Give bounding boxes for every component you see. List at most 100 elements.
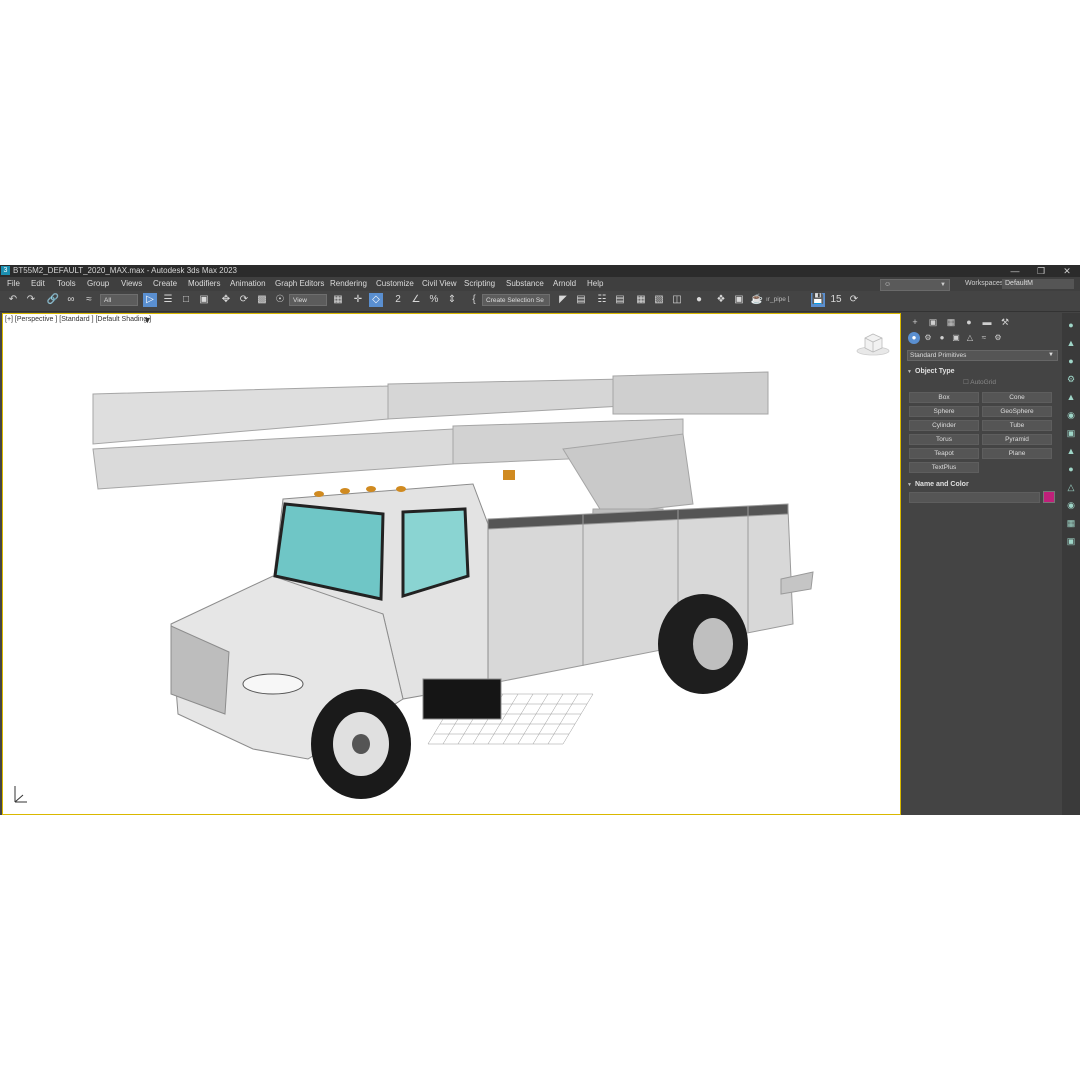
place-icon[interactable]: ☉ bbox=[273, 293, 287, 307]
menu-create[interactable]: Create bbox=[153, 277, 177, 291]
mirror-icon[interactable]: ◤ bbox=[556, 293, 570, 307]
menu-modifiers[interactable]: Modifiers bbox=[188, 277, 220, 291]
lightbulb-icon[interactable]: △ bbox=[1065, 481, 1077, 493]
schematic-view-icon[interactable]: ◫ bbox=[670, 293, 684, 307]
menu-help[interactable]: Help bbox=[587, 277, 603, 291]
menu-graph-editors[interactable]: Graph Editors bbox=[275, 277, 324, 291]
tools-icon[interactable]: ▦ bbox=[1065, 517, 1077, 529]
frame-counter-badge[interactable]: 15 bbox=[829, 293, 843, 307]
object-color-swatch[interactable] bbox=[1043, 491, 1055, 503]
scene-explorer-icon[interactable]: ☷ bbox=[595, 293, 609, 307]
bind-spacewarp-icon[interactable]: ≈ bbox=[82, 293, 96, 307]
cone-button[interactable]: Cone bbox=[982, 392, 1052, 403]
shader-icon[interactable]: ● bbox=[1065, 463, 1077, 475]
menu-tools[interactable]: Tools bbox=[57, 277, 76, 291]
plane-button[interactable]: Plane bbox=[982, 448, 1052, 459]
arnold-icon[interactable]: ▲ bbox=[1065, 337, 1077, 349]
object-type-rollout[interactable]: ▼ Object Type bbox=[907, 366, 1058, 377]
camera-icon[interactable]: ◉ bbox=[1065, 409, 1077, 421]
utilities-tab-icon[interactable]: ⚒ bbox=[997, 315, 1013, 329]
menu-substance[interactable]: Substance bbox=[506, 277, 544, 291]
menu-edit[interactable]: Edit bbox=[31, 277, 45, 291]
object-name-input[interactable] bbox=[909, 492, 1040, 503]
save-icon[interactable]: 💾 bbox=[811, 293, 825, 307]
menu-civil-view[interactable]: Civil View bbox=[422, 277, 457, 291]
select-by-name-icon[interactable]: ☰ bbox=[161, 293, 175, 307]
sphere-button[interactable]: Sphere bbox=[909, 406, 979, 417]
link-icon[interactable]: 🔗 bbox=[46, 293, 60, 307]
menu-group[interactable]: Group bbox=[87, 277, 109, 291]
category-dropdown[interactable]: Standard Primitives ▼ bbox=[907, 350, 1058, 361]
ref-coord-dropdown[interactable]: View bbox=[289, 294, 327, 306]
rect-selection-icon[interactable]: □ bbox=[179, 293, 193, 307]
settings-icon[interactable]: ⚙ bbox=[1065, 373, 1077, 385]
lights-icon[interactable]: ● bbox=[936, 332, 948, 344]
geosphere-button[interactable]: GeoSphere bbox=[982, 406, 1052, 417]
sync-icon[interactable]: ⟳ bbox=[847, 293, 861, 307]
layer-explorer-icon[interactable]: ▤ bbox=[613, 293, 627, 307]
undo-icon[interactable]: ↶ bbox=[6, 293, 20, 307]
cameras-icon[interactable]: ▣ bbox=[950, 332, 962, 344]
scale-icon[interactable]: ▩ bbox=[255, 293, 269, 307]
geometry-icon[interactable]: ● bbox=[908, 332, 920, 344]
globe-icon[interactable]: ◉ bbox=[1065, 499, 1077, 511]
textplus-button[interactable]: TextPlus bbox=[909, 462, 979, 473]
selection-filter-dropdown[interactable]: All bbox=[100, 294, 138, 306]
rendered-frame-window-icon[interactable]: ▣ bbox=[732, 293, 746, 307]
scene-tool-icon[interactable]: ● bbox=[1065, 319, 1077, 331]
menu-file[interactable]: File bbox=[7, 277, 20, 291]
light-icon[interactable]: ● bbox=[1065, 355, 1077, 367]
name-and-color-rollout[interactable]: ▼ Name and Color bbox=[907, 479, 1058, 490]
menu-scripting[interactable]: Scripting bbox=[464, 277, 495, 291]
menu-customize[interactable]: Customize bbox=[376, 277, 414, 291]
ribbon-icon[interactable]: ▦ bbox=[634, 293, 648, 307]
spinner-snap-icon[interactable]: ⇕ bbox=[445, 293, 459, 307]
workspace-dropdown[interactable]: DefaultM bbox=[1002, 279, 1074, 289]
move-icon[interactable]: ✥ bbox=[219, 293, 233, 307]
menu-views[interactable]: Views bbox=[121, 277, 142, 291]
angle-snap-icon[interactable]: ∠ bbox=[409, 293, 423, 307]
material-icon[interactable]: ▣ bbox=[1065, 427, 1077, 439]
pivot-center-icon[interactable]: ▦ bbox=[331, 293, 345, 307]
unlink-icon[interactable]: ∞ bbox=[64, 293, 78, 307]
tube-button[interactable]: Tube bbox=[982, 420, 1052, 431]
curve-editor-icon[interactable]: ▧ bbox=[652, 293, 666, 307]
window-crossing-icon[interactable]: ▣ bbox=[197, 293, 211, 307]
modify-tab-icon[interactable]: ▣ bbox=[925, 315, 941, 329]
texture-icon[interactable]: ▣ bbox=[1065, 535, 1077, 547]
edit-named-selection-icon[interactable]: { bbox=[467, 293, 481, 307]
keyboard-shortcut-icon[interactable]: ◇ bbox=[369, 293, 383, 307]
render-production-icon[interactable]: ☕ bbox=[750, 293, 764, 307]
hierarchy-tab-icon[interactable]: ▦ bbox=[943, 315, 959, 329]
material-editor-icon[interactable]: ● bbox=[692, 293, 706, 307]
rotate-icon[interactable]: ⟳ bbox=[237, 293, 251, 307]
create-tab-icon[interactable]: + bbox=[907, 315, 923, 329]
sign-in-dropdown[interactable]: ☺ ▼ bbox=[880, 279, 950, 291]
display-tab-icon[interactable]: ▬ bbox=[979, 315, 995, 329]
minimize-button[interactable]: — bbox=[1004, 265, 1026, 277]
torus-button[interactable]: Torus bbox=[909, 434, 979, 445]
perspective-viewport[interactable]: [+] [Perspective ] [Standard ] [Default … bbox=[2, 313, 901, 815]
pyramid-button[interactable]: Pyramid bbox=[982, 434, 1052, 445]
close-button[interactable]: ✕ bbox=[1056, 265, 1078, 277]
teapot-button[interactable]: Teapot bbox=[909, 448, 979, 459]
motion-tab-icon[interactable]: ● bbox=[961, 315, 977, 329]
cylinder-button[interactable]: Cylinder bbox=[909, 420, 979, 431]
align-icon[interactable]: ▤ bbox=[574, 293, 588, 307]
snaps-toggle-icon[interactable]: 2 bbox=[391, 293, 405, 307]
select-object-icon[interactable]: ▷ bbox=[143, 293, 157, 307]
systems-icon[interactable]: ⚙ bbox=[992, 332, 1004, 344]
percent-snap-icon[interactable]: % bbox=[427, 293, 441, 307]
menu-arnold[interactable]: Arnold bbox=[553, 277, 576, 291]
environment-icon[interactable]: ▲ bbox=[1065, 445, 1077, 457]
shapes-icon[interactable]: ⚙ bbox=[922, 332, 934, 344]
menu-rendering[interactable]: Rendering bbox=[330, 277, 367, 291]
render-icon[interactable]: ▲ bbox=[1065, 391, 1077, 403]
select-manipulate-icon[interactable]: ✛ bbox=[351, 293, 365, 307]
maximize-button[interactable]: ❐ bbox=[1030, 265, 1052, 277]
spacewarps-icon[interactable]: ≈ bbox=[978, 332, 990, 344]
box-button[interactable]: Box bbox=[909, 392, 979, 403]
helpers-icon[interactable]: △ bbox=[964, 332, 976, 344]
redo-icon[interactable]: ↷ bbox=[24, 293, 38, 307]
autogrid-checkbox[interactable]: ☐ AutoGrid bbox=[963, 378, 996, 386]
